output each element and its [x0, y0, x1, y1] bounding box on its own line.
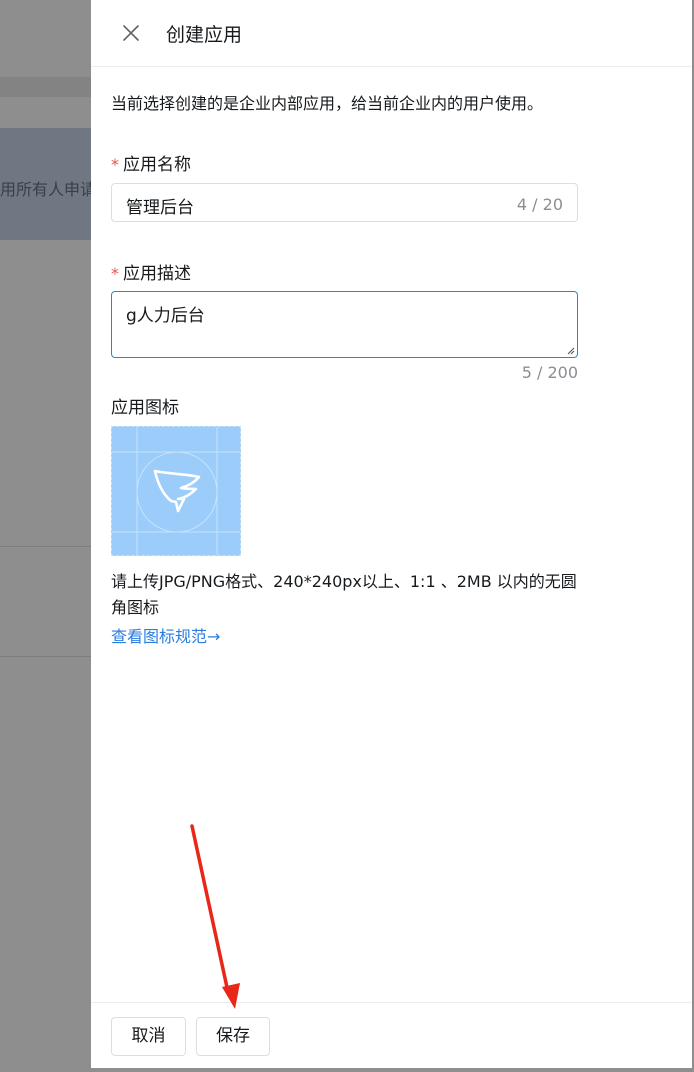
- cancel-button[interactable]: 取消: [111, 1017, 186, 1056]
- app-name-input[interactable]: 管理后台 4 / 20: [111, 183, 578, 222]
- app-desc-value: g人力后台: [126, 306, 205, 326]
- app-icon-upload[interactable]: [111, 426, 241, 556]
- app-desc-label-text: 应用描述: [123, 264, 191, 284]
- icon-spec-link[interactable]: 查看图标规范→: [111, 623, 220, 647]
- app-name-label-text: 应用名称: [123, 155, 191, 175]
- resize-handle-icon[interactable]: [566, 346, 575, 355]
- drawer-title: 创建应用: [166, 24, 243, 46]
- icon-upload-hint: 请上传JPG/PNG格式、240*240px以上、1:1 、2MB 以内的无圆角…: [111, 572, 577, 617]
- close-icon[interactable]: [121, 23, 141, 43]
- app-name-value: 管理后台: [126, 198, 194, 218]
- save-button[interactable]: 保存: [196, 1017, 270, 1056]
- background-divider: [0, 546, 91, 547]
- background-divider: [0, 656, 91, 657]
- dingtalk-wing-logo-icon: [112, 427, 240, 555]
- background-card-text: 用所有人申请: [0, 180, 91, 199]
- app-icon-label: 应用图标: [111, 398, 179, 418]
- app-name-label: * 应用名称: [111, 150, 191, 175]
- drawer-header: 创建应用: [91, 0, 692, 67]
- required-mark: *: [111, 155, 119, 174]
- create-app-drawer: 创建应用 当前选择创建的是企业内部应用，给当前企业内的用户使用。 * 应用名称 管…: [91, 0, 692, 1068]
- app-desc-textarea[interactable]: g人力后台: [111, 291, 578, 358]
- background-card: 用所有人申请: [0, 128, 91, 240]
- notice-text: 当前选择创建的是企业内部应用，给当前企业内的用户使用。: [111, 94, 544, 113]
- app-desc-label: * 应用描述: [111, 259, 191, 284]
- background-band: [0, 77, 91, 97]
- app-desc-counter: 5 / 200: [521, 363, 578, 382]
- required-mark: *: [111, 264, 119, 283]
- app-name-counter: 4 / 20: [516, 195, 563, 214]
- drawer-footer: 取消 保存: [91, 1002, 692, 1068]
